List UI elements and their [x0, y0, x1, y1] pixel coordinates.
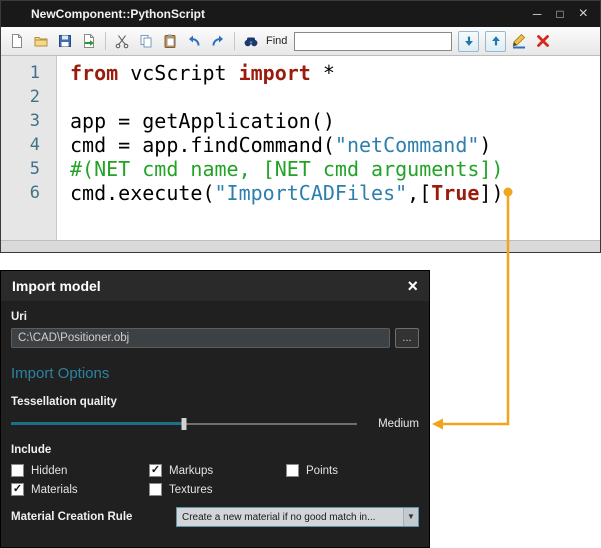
- maximize-button[interactable]: □: [556, 7, 563, 21]
- code-token: cmd = app.findCommand(: [70, 133, 335, 157]
- uri-input[interactable]: [11, 328, 390, 348]
- dialog-title: Import model: [12, 278, 407, 294]
- find-next-button[interactable]: [458, 31, 479, 52]
- toolbar-separator: [105, 32, 106, 50]
- line-number: 4: [1, 133, 56, 157]
- code-line: cmd.execute("ImportCADFiles",[True]): [70, 181, 600, 205]
- editor-titlebar[interactable]: NewComponent::PythonScript ─ □ ×: [1, 1, 600, 27]
- material-rule-label: Material Creation Rule: [11, 511, 176, 523]
- checkbox-label: Markups: [169, 465, 213, 477]
- editor-toolbar: Find: [1, 27, 600, 56]
- material-rule-row: Material Creation Rule Create a new mate…: [11, 507, 419, 527]
- line-number: 5: [1, 157, 56, 181]
- find-input[interactable]: [294, 32, 452, 51]
- checkbox-box[interactable]: ✓: [11, 483, 24, 496]
- code-token: vcScript: [118, 61, 238, 85]
- code-line: #(NET cmd name, [NET cmd arguments]): [70, 157, 600, 181]
- tessellation-slider[interactable]: [11, 417, 357, 431]
- uri-row: ...: [11, 328, 419, 348]
- checkbox-markups[interactable]: ✓ Markups: [149, 464, 286, 477]
- line-number: 1: [1, 61, 56, 85]
- window-title: NewComponent::PythonScript: [1, 7, 533, 21]
- save-icon[interactable]: [54, 30, 76, 52]
- checkbox-label: Hidden: [31, 465, 67, 477]
- checkbox-label: Materials: [31, 484, 78, 496]
- include-label: Include: [11, 444, 419, 456]
- cut-icon[interactable]: [111, 30, 133, 52]
- open-icon[interactable]: [30, 30, 52, 52]
- code-token: ,[: [407, 181, 431, 205]
- toolbar-separator: [234, 32, 235, 50]
- paste-icon[interactable]: [159, 30, 181, 52]
- chevron-down-icon: ▼: [403, 508, 418, 526]
- code-token: "ImportCADFiles": [215, 181, 408, 205]
- line-number: 2: [1, 85, 56, 109]
- code-token: ]): [479, 181, 503, 205]
- code-token: "netCommand": [335, 133, 480, 157]
- checkbox-label: Textures: [169, 484, 212, 496]
- find-icon[interactable]: [240, 30, 262, 52]
- dropdown-value: Create a new material if no good match i…: [177, 512, 403, 523]
- undo-icon[interactable]: [183, 30, 205, 52]
- slider-fill: [11, 422, 184, 425]
- code-token: import: [239, 61, 311, 85]
- code-line: app = getApplication(): [70, 109, 600, 133]
- checkbox-points[interactable]: Points: [286, 464, 419, 477]
- checkbox-hidden[interactable]: Hidden: [11, 464, 149, 477]
- editor-status-strip: [1, 240, 600, 252]
- python-script-editor-window: NewComponent::PythonScript ─ □ ×: [0, 0, 601, 253]
- minimize-button[interactable]: ─: [533, 7, 542, 21]
- checkbox-materials[interactable]: ✓ Materials: [11, 483, 149, 496]
- redo-icon[interactable]: [207, 30, 229, 52]
- checkbox-label: Points: [306, 465, 338, 477]
- code-text-column[interactable]: from vcScript import * app = getApplicat…: [57, 56, 600, 240]
- include-checkbox-grid: Hidden ✓ Markups Points ✓ Materials Text…: [11, 464, 419, 496]
- copy-icon[interactable]: [135, 30, 157, 52]
- code-token: *: [311, 61, 335, 85]
- tessellation-slider-row: Medium: [11, 417, 419, 431]
- uri-label: Uri: [11, 311, 419, 323]
- slider-thumb[interactable]: [182, 418, 187, 430]
- tessellation-label: Tessellation quality: [11, 396, 419, 408]
- code-line: cmd = app.findCommand("netCommand"): [70, 133, 600, 157]
- highlighter-icon[interactable]: [508, 30, 530, 52]
- code-token: cmd.execute(: [70, 181, 215, 205]
- code-token: ): [479, 133, 491, 157]
- line-number: 3: [1, 109, 56, 133]
- window-controls: ─ □ ×: [533, 7, 600, 21]
- checkbox-box[interactable]: [286, 464, 299, 477]
- dialog-body: Uri ... Import Options Tessellation qual…: [1, 311, 429, 527]
- code-editor[interactable]: 1 2 3 4 5 6 from vcScript import * app =…: [1, 56, 600, 240]
- line-number: 6: [1, 181, 56, 205]
- code-token: True: [431, 181, 479, 205]
- find-prev-button[interactable]: [485, 31, 506, 52]
- checkbox-box[interactable]: ✓: [149, 464, 162, 477]
- code-token: app = getApplication(): [70, 109, 335, 133]
- checkbox-box[interactable]: [11, 464, 24, 477]
- code-line: [70, 85, 600, 109]
- import-options-heading: Import Options: [11, 365, 419, 382]
- find-label: Find: [266, 35, 287, 47]
- code-token: from: [70, 61, 118, 85]
- checkbox-textures[interactable]: Textures: [149, 483, 286, 496]
- close-button[interactable]: ×: [579, 8, 588, 20]
- code-line: from vcScript import *: [70, 61, 600, 85]
- import-model-dialog: Import model × Uri ... Import Options Te…: [0, 270, 430, 548]
- checkbox-box[interactable]: [149, 483, 162, 496]
- browse-button[interactable]: ...: [395, 328, 419, 348]
- new-icon[interactable]: [6, 30, 28, 52]
- clear-icon[interactable]: [532, 30, 554, 52]
- close-icon[interactable]: ×: [407, 278, 418, 294]
- code-token: #(NET cmd name, [NET cmd arguments]): [70, 157, 503, 181]
- dialog-titlebar[interactable]: Import model ×: [1, 271, 429, 301]
- material-rule-dropdown[interactable]: Create a new material if no good match i…: [176, 507, 419, 527]
- tessellation-value: Medium: [357, 418, 419, 430]
- export-icon[interactable]: [78, 30, 100, 52]
- line-number-gutter: 1 2 3 4 5 6: [1, 56, 57, 240]
